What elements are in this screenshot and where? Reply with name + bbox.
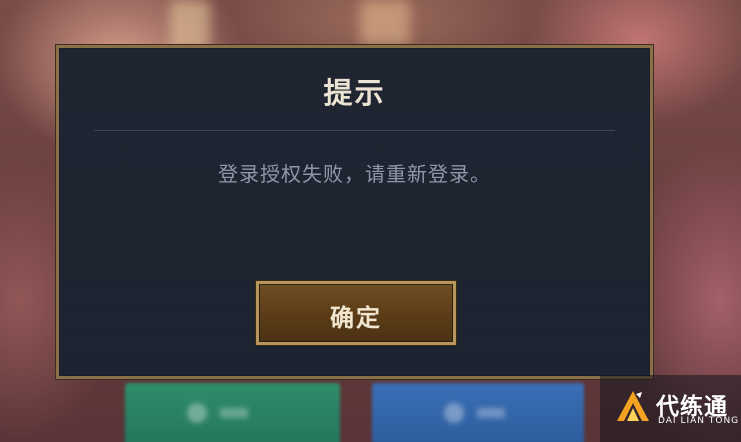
confirm-button[interactable]: 确定 [256,281,456,345]
watermark-subtitle: DAI LIAN TONG [658,416,740,426]
blurred-label [477,408,505,418]
watermark: 代练通 DAI LIAN TONG [600,375,741,442]
background-blurred-blue-button [372,383,584,442]
background-blur-highlight [360,0,410,45]
dailiantong-logo-icon [617,391,649,421]
background-blur-highlight [170,0,210,50]
blurred-icon [187,403,207,423]
login-error-dialog: 提示 登录授权失败，请重新登录。 确定 [56,45,653,379]
confirm-button-label: 确定 [330,304,382,332]
background-blurred-green-button [125,383,340,442]
blurred-label [220,408,248,418]
blurred-icon [444,403,464,423]
dialog-message: 登录授权失败，请重新登录。 [218,162,491,186]
dialog-divider [94,130,615,131]
dialog-title: 提示 [323,76,386,110]
